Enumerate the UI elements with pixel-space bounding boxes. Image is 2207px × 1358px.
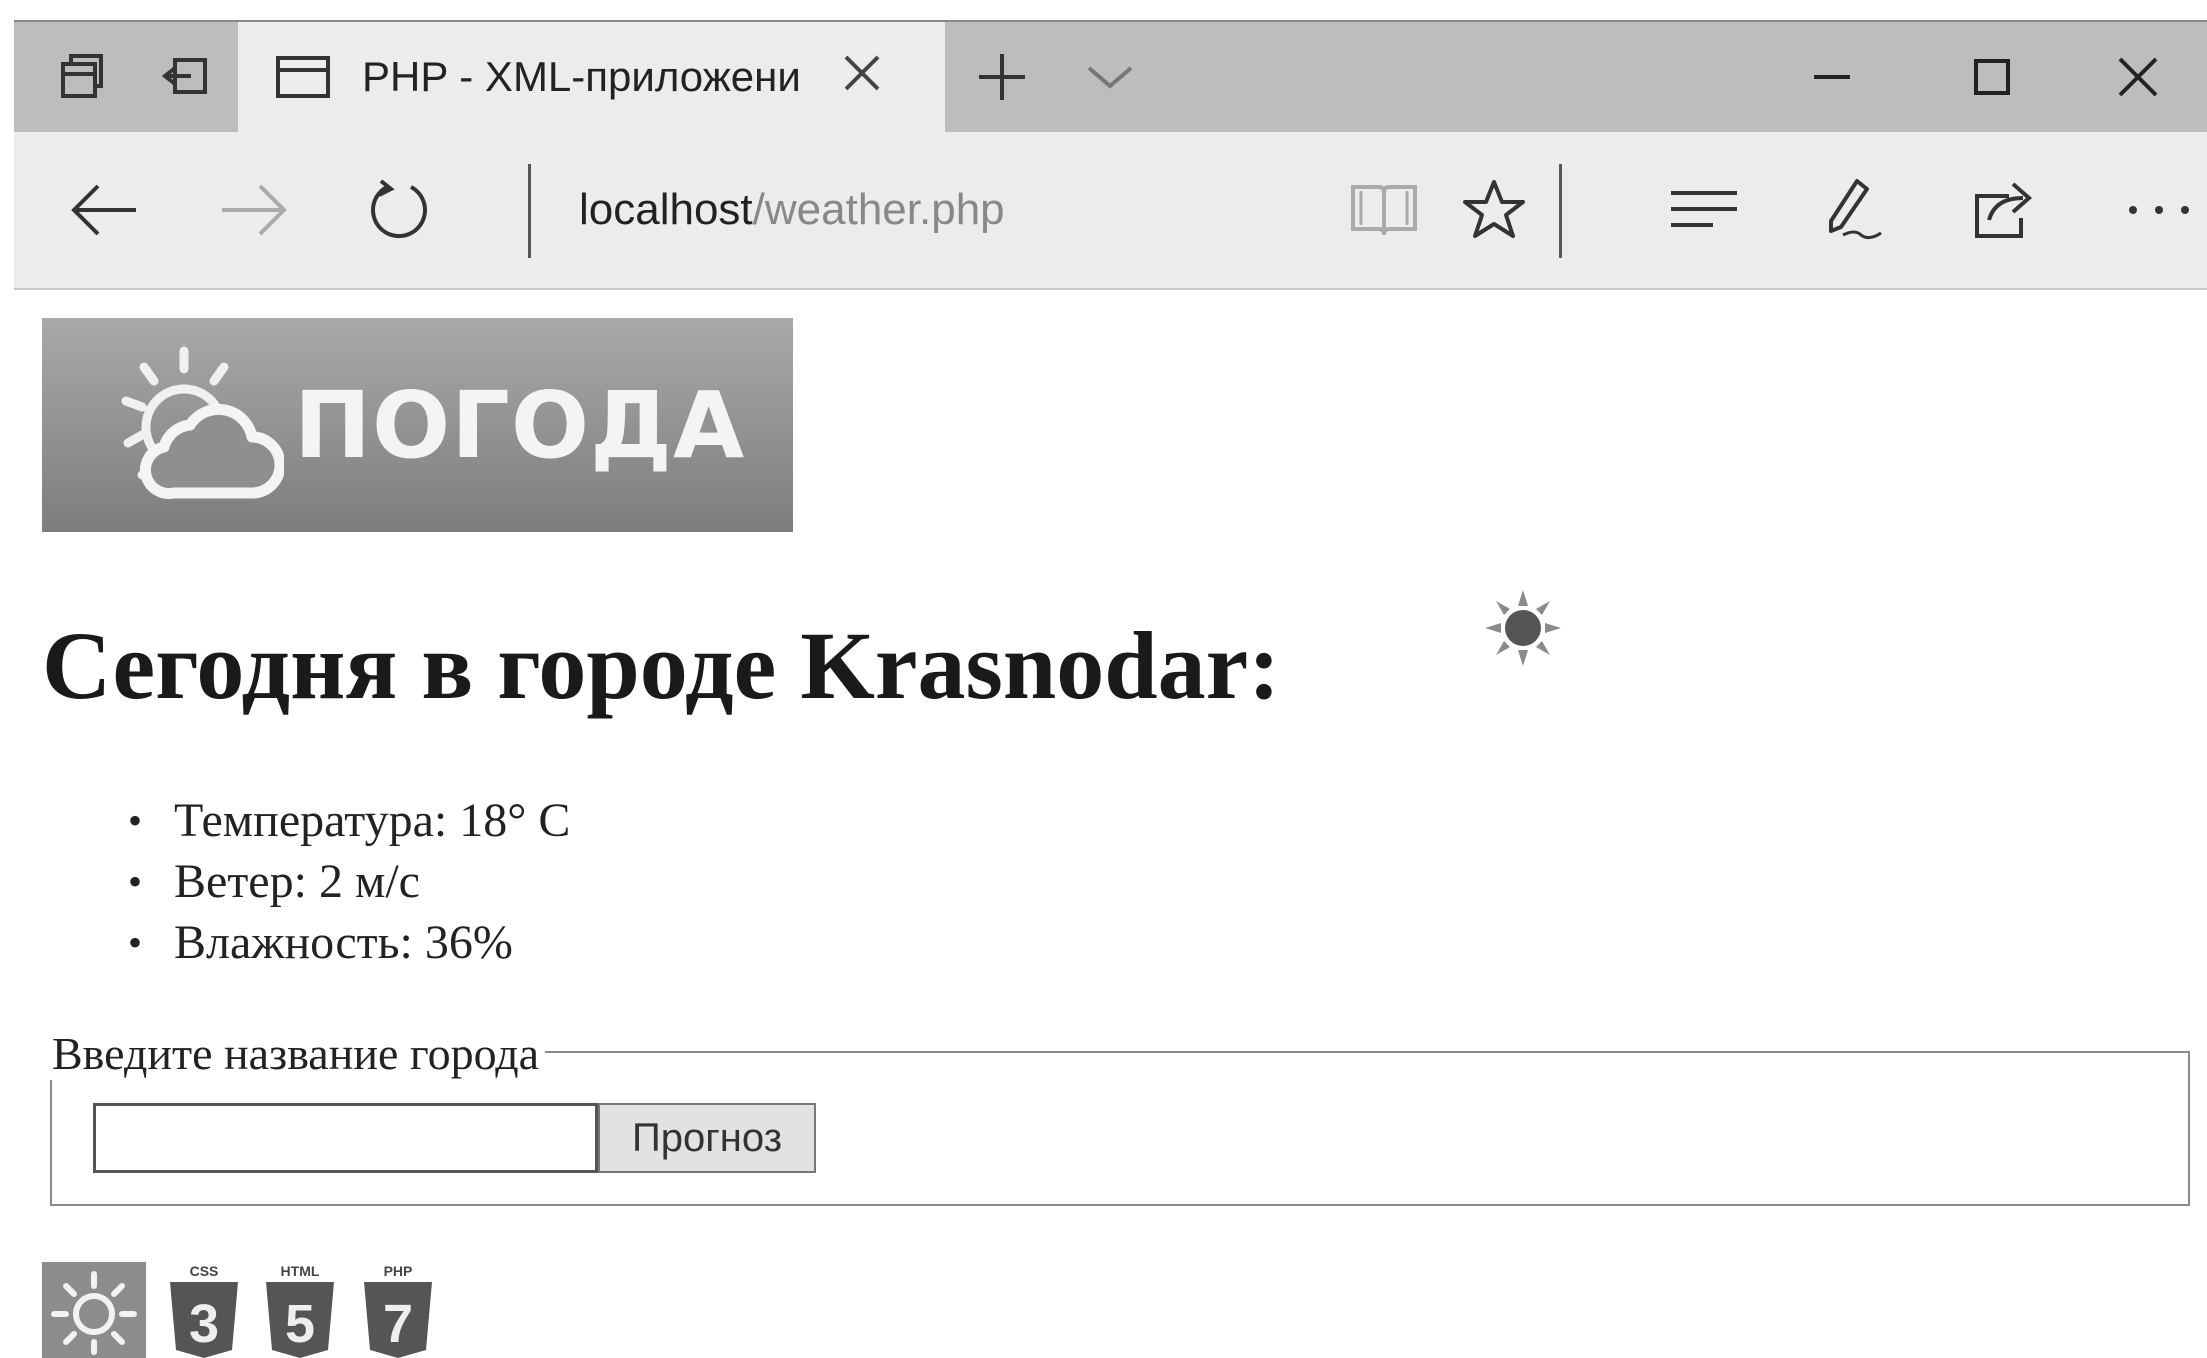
- tab-preview-chevron-icon[interactable]: [1062, 22, 1158, 132]
- more-options-icon[interactable]: [2114, 132, 2204, 288]
- show-set-aside-tabs-icon[interactable]: [138, 22, 238, 132]
- css-badge-label: CSS: [190, 1263, 219, 1279]
- new-tab-icon[interactable]: [954, 22, 1050, 132]
- address-separator: [528, 164, 531, 258]
- share-icon[interactable]: [1954, 132, 2054, 288]
- html5-badge-icon: HTML 5: [266, 1263, 334, 1358]
- forecast-button[interactable]: Прогноз: [598, 1103, 816, 1173]
- refresh-icon[interactable]: [350, 132, 450, 288]
- cloud-sun-icon: [121, 346, 284, 500]
- page-icon: [276, 56, 330, 98]
- hub-icon[interactable]: [1654, 132, 1754, 288]
- address-host: localhost: [579, 185, 753, 234]
- html-badge-number: 5: [285, 1294, 315, 1354]
- city-form-legend: Введите название города: [46, 1028, 546, 1080]
- web-note-pen-icon[interactable]: [1804, 132, 1904, 288]
- css-badge-number: 3: [189, 1294, 219, 1354]
- close-window-button[interactable]: [2078, 22, 2198, 132]
- sun-icon: [1483, 588, 1563, 673]
- weather-details-list: Температура: 18° С Ветер: 2 м/с Влажност…: [120, 790, 570, 973]
- title-bar: PHP - XML-приложени: [14, 20, 2207, 132]
- php-badge-label: PHP: [384, 1263, 413, 1279]
- sun-badge-icon: [42, 1262, 146, 1358]
- forward-arrow-icon[interactable]: [204, 132, 304, 288]
- set-aside-tabs-icon[interactable]: [32, 22, 132, 132]
- css3-badge-icon: CSS 3: [170, 1263, 238, 1358]
- maximize-button[interactable]: [1932, 22, 2052, 132]
- tab-title: PHP - XML-приложени: [362, 53, 801, 100]
- php7-badge-icon: PHP 7: [364, 1263, 432, 1358]
- weather-logo: ПОГОДА: [42, 318, 793, 532]
- address-path: /weather.php: [752, 185, 1005, 234]
- reading-view-icon[interactable]: [1334, 132, 1434, 288]
- logo-title: ПОГОДА: [294, 371, 746, 479]
- tab-active[interactable]: PHP - XML-приложени: [238, 22, 945, 132]
- tab-close-icon[interactable]: [840, 51, 884, 104]
- navigation-bar: localhost/weather.php: [14, 132, 2207, 290]
- city-input[interactable]: [93, 1103, 598, 1173]
- toolbar-separator: [1559, 164, 1562, 258]
- humidity-item: Влажность: 36%: [120, 912, 570, 973]
- favorite-star-icon[interactable]: [1444, 132, 1544, 288]
- wind-item: Ветер: 2 м/с: [120, 851, 570, 912]
- temperature-item: Температура: 18° С: [120, 790, 570, 851]
- php-badge-number: 7: [383, 1294, 413, 1354]
- address-bar[interactable]: localhost/weather.php: [579, 132, 1005, 288]
- html-badge-label: HTML: [281, 1263, 320, 1279]
- page-title: Сегодня в городе Krasnodar:: [42, 612, 1281, 719]
- back-arrow-icon[interactable]: [54, 132, 154, 288]
- minimize-button[interactable]: [1772, 22, 1892, 132]
